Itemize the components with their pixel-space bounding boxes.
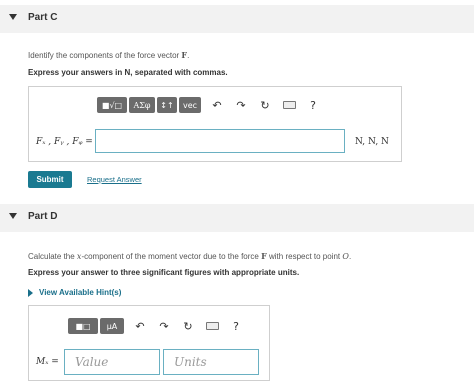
part-d-prompt: Calculate the x-component of the moment … — [28, 251, 352, 261]
units-button[interactable]: μA — [100, 318, 124, 334]
units-input[interactable]: Units — [163, 349, 259, 375]
templates-button[interactable]: ■□ — [68, 318, 98, 334]
redo-icon[interactable]: ↷ — [231, 97, 251, 113]
part-c-title: Part C — [28, 12, 58, 23]
keyboard-icon[interactable] — [202, 318, 222, 334]
part-d-title: Part D — [28, 211, 58, 222]
submit-button[interactable]: Submit — [28, 171, 72, 188]
part-c-units: N, N, N — [355, 137, 389, 147]
part-c-answer-input[interactable] — [95, 129, 345, 153]
reset-icon[interactable]: ↻ — [255, 97, 275, 113]
templates-button[interactable]: ■√□ — [97, 97, 127, 113]
collapse-caret-icon[interactable] — [9, 14, 17, 20]
expand-triangle-icon — [28, 288, 33, 297]
part-c-instruction: Express your answers in N, separated wit… — [28, 68, 228, 77]
part-d-instruction: Express your answer to three significant… — [28, 268, 300, 277]
view-hints-toggle[interactable]: View Available Hint(s) — [28, 288, 121, 297]
undo-icon[interactable]: ↶ — [207, 97, 227, 113]
collapse-caret-icon[interactable] — [9, 213, 17, 219]
help-icon[interactable]: ? — [226, 318, 246, 334]
part-c-input-label: Fₓ , Fᵧ , Fᵩ = — [36, 137, 93, 147]
part-d-header[interactable]: Part D — [0, 204, 474, 232]
value-input[interactable]: Value — [64, 349, 160, 375]
part-c-header[interactable]: Part C — [0, 5, 474, 33]
part-d-input-label: Mₓ = — [36, 357, 59, 367]
part-c-toolbar: ■√□ AΣφ ↕↑ vec ↶ ↷ ↻ ? — [97, 97, 323, 113]
part-c-prompt: Identify the components of the force vec… — [28, 50, 190, 60]
arrows-button[interactable]: ↕↑ — [157, 97, 177, 113]
redo-icon[interactable]: ↷ — [154, 318, 174, 334]
vec-button[interactable]: vec — [179, 97, 201, 113]
reset-icon[interactable]: ↻ — [178, 318, 198, 334]
undo-icon[interactable]: ↶ — [130, 318, 150, 334]
help-icon[interactable]: ? — [303, 97, 323, 113]
greek-symbols-button[interactable]: AΣφ — [129, 97, 155, 113]
part-d-toolbar: ■□ μA ↶ ↷ ↻ ? — [68, 318, 246, 334]
keyboard-icon[interactable] — [279, 97, 299, 113]
request-answer-link[interactable]: Request Answer — [87, 175, 142, 184]
